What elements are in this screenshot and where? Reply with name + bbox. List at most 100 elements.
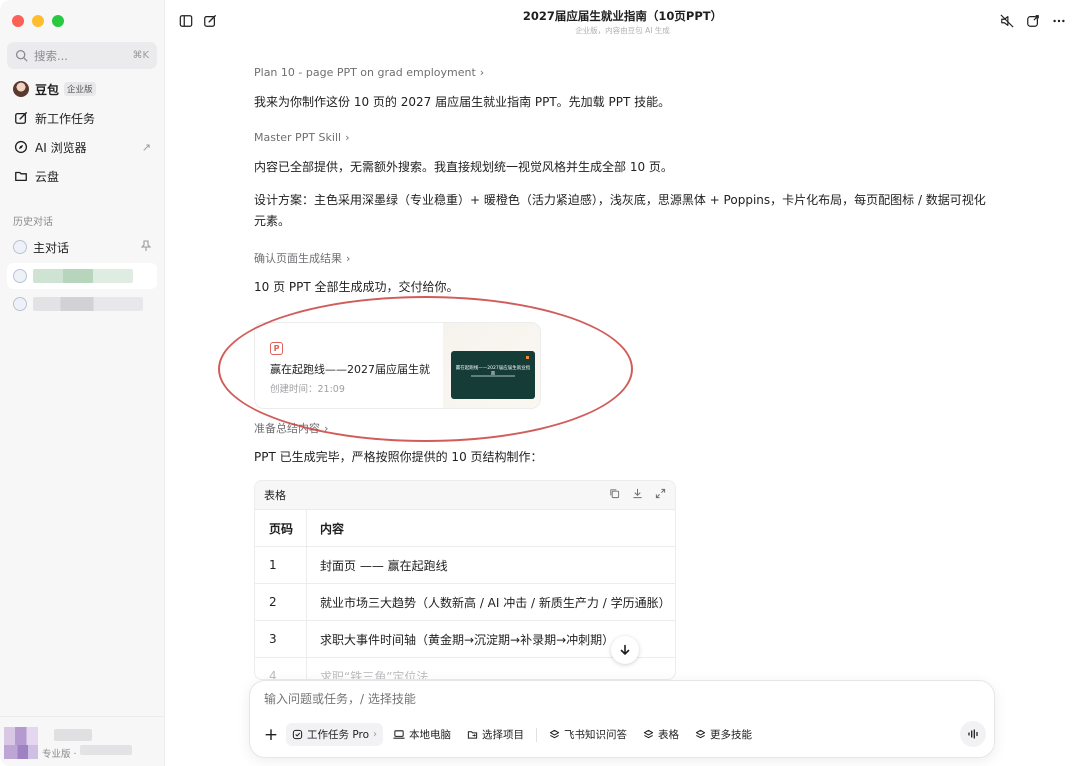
sidebar: 搜索... ⌘K 豆包 企业版 新工作任务 AI 浏览器 ↗ 云盘 历史对话 主… — [0, 0, 165, 766]
table-cell: 求职“铁三角”定位法 — [320, 669, 429, 680]
share-icon[interactable] — [1026, 13, 1040, 32]
message-input[interactable] — [264, 692, 964, 706]
scroll-to-bottom-button[interactable] — [611, 636, 639, 664]
compass-icon — [13, 139, 29, 155]
redacted-history-title — [33, 269, 133, 283]
local-computer-button[interactable]: 本地电脑 — [387, 723, 457, 746]
mute-icon[interactable] — [1000, 13, 1014, 32]
search-shortcut: ⌘K — [132, 50, 149, 61]
sidebar-item-ai-browser[interactable]: AI 浏览器 ↗ — [7, 134, 157, 160]
step-skill[interactable]: Master PPT Skill › — [254, 131, 349, 144]
composer-toolbar: + 工作任务 Pro › 本地电脑 选择项目 飞书知识问答 表格 更多技能 — [260, 723, 758, 746]
pin-icon[interactable] — [140, 239, 152, 255]
redacted-account-id — [80, 745, 132, 755]
column-header: 内容 — [320, 521, 345, 536]
more-skills-button[interactable]: 更多技能 — [689, 723, 758, 746]
assistant-message: 设计方案：主色采用深墨绿（专业稳重）+ 暖橙色（活力紧迫感），浅灰底，思源黑体 … — [254, 193, 986, 228]
expand-icon[interactable] — [655, 488, 666, 502]
search-icon — [15, 49, 28, 62]
external-link-icon: ↗ — [141, 140, 151, 154]
assistant-message: 内容已全部提供，无需额外搜索。我直接规划统一视觉风格并生成全部 10 页。 — [254, 160, 673, 174]
account-footer[interactable]: 专业版 · — [0, 716, 165, 766]
step-confirm[interactable]: 确认页面生成结果 › — [254, 250, 350, 266]
table-header-row: 页码 内容 — [255, 509, 675, 546]
chat-icon — [13, 269, 27, 283]
laptop-icon — [393, 730, 405, 739]
copy-icon[interactable] — [609, 488, 620, 502]
step-label: Master PPT Skill — [254, 131, 342, 144]
chevron-right-icon: › — [345, 131, 350, 144]
search-placeholder: 搜索... — [34, 48, 68, 63]
history-item-current[interactable] — [7, 263, 157, 289]
table-cell: 3 — [255, 621, 307, 657]
assistant-message: 10 页 PPT 全部生成成功，交付给你。 — [254, 280, 459, 294]
table-cell: 4 — [255, 658, 307, 679]
table-cell: 2 — [255, 584, 307, 620]
assistant-message: PPT 已生成完毕，严格按照你提供的 10 页结构制作： — [254, 450, 543, 464]
table-cell: 封面页 —— 赢在起跑线 — [320, 558, 448, 573]
user-profile[interactable]: 豆包 企业版 — [7, 76, 157, 102]
enterprise-badge: 企业版 — [64, 82, 96, 96]
waveform-icon — [968, 729, 978, 739]
chevron-right-icon: › — [479, 66, 485, 79]
download-icon[interactable] — [632, 488, 643, 502]
step-label: 确认页面生成结果 — [254, 252, 342, 265]
plan-label: 专业版 · — [42, 749, 77, 760]
chat-icon — [13, 240, 27, 254]
chevron-right-icon: › — [346, 251, 351, 265]
history-item-main[interactable]: 主对话 — [7, 234, 157, 260]
page-title: 2027届应届生就业指南（10页PPT） — [522, 9, 723, 23]
step-label: Plan 10 - page PPT on grad employment — [254, 66, 476, 79]
tool-label: 选择项目 — [482, 729, 524, 741]
sidebar-item-cloud-drive[interactable]: 云盘 — [7, 163, 157, 189]
history-item-label: 主对话 — [33, 240, 70, 255]
message-composer: + 工作任务 Pro › 本地电脑 选择项目 飞书知识问答 — [249, 680, 995, 758]
work-task-pro-button[interactable]: 工作任务 Pro › — [286, 723, 383, 746]
avatar — [13, 81, 29, 97]
add-attachment-button[interactable]: + — [260, 724, 282, 746]
table-skill-button[interactable]: 表格 — [637, 723, 685, 746]
minimize-window-button[interactable] — [32, 15, 44, 27]
maximize-window-button[interactable] — [52, 15, 64, 27]
sidebar-item-label: AI 浏览器 — [35, 140, 87, 155]
select-project-button[interactable]: 选择项目 — [461, 723, 530, 746]
sidebar-item-label: 新工作任务 — [35, 111, 96, 126]
table-row: 2 就业市场三大趋势（人数新高 / AI 冲击 / 新质生产力 / 学历通胀） — [255, 583, 675, 620]
arrow-down-icon — [620, 644, 630, 655]
tool-label: 本地电脑 — [409, 729, 451, 741]
redacted-history-title — [33, 297, 143, 311]
feishu-qa-button[interactable]: 飞书知识问答 — [543, 723, 633, 746]
table-row: 1 封面页 —— 赢在起跑线 — [255, 546, 675, 583]
history-item-other[interactable] — [7, 291, 157, 317]
step-plan[interactable]: Plan 10 - page PPT on grad employment › — [254, 66, 484, 79]
chevron-right-icon: › — [373, 729, 377, 740]
chat-icon — [13, 297, 27, 311]
window-controls — [12, 15, 64, 27]
folder-icon — [13, 168, 29, 184]
top-bar: 2027届应届生就业指南（10页PPT） 企业版，内容由豆包 AI 生成 — [165, 0, 1080, 42]
voice-input-button[interactable] — [960, 721, 986, 747]
user-name: 豆包 — [35, 82, 60, 97]
column-header: 页码 — [255, 510, 307, 546]
table-row: 4 求职“铁三角”定位法 — [255, 657, 675, 680]
history-section-label: 历史对话 — [13, 217, 53, 228]
sidebar-item-label: 云盘 — [35, 169, 60, 184]
annotation-ellipse — [218, 296, 633, 442]
page-subtitle: 企业版，内容由豆包 AI 生成 — [575, 26, 670, 35]
layers-icon — [695, 729, 706, 739]
app-window: 搜索... ⌘K 豆包 企业版 新工作任务 AI 浏览器 ↗ 云盘 历史对话 主… — [0, 0, 1080, 766]
table-cell: 就业市场三大趋势（人数新高 / AI 冲击 / 新质生产力 / 学历通胀） — [320, 595, 671, 610]
tool-label: 表格 — [658, 729, 679, 741]
search-input[interactable]: 搜索... ⌘K — [7, 42, 157, 69]
more-icon[interactable] — [1052, 13, 1066, 32]
project-icon — [467, 731, 478, 739]
close-window-button[interactable] — [12, 15, 24, 27]
table-title: 表格 — [264, 489, 286, 502]
tool-label: 工作任务 Pro — [307, 729, 369, 741]
sidebar-item-new-task[interactable]: 新工作任务 — [7, 105, 157, 131]
table-cell: 1 — [255, 547, 307, 583]
tool-label: 更多技能 — [710, 729, 752, 741]
layers-icon — [643, 729, 654, 739]
table-header-bar: 表格 — [255, 481, 675, 509]
edit-icon — [13, 110, 29, 126]
